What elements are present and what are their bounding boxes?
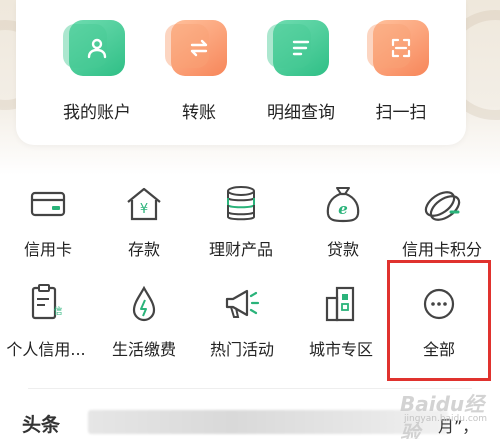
money-bag-icon: e — [321, 182, 365, 226]
list-icon — [267, 20, 329, 76]
coin-stack-icon — [219, 182, 263, 226]
highlight-box — [387, 260, 491, 381]
quick-action-label: 转账 — [182, 103, 216, 123]
quick-action-label: 明细查询 — [267, 103, 335, 123]
svg-text:信: 信 — [53, 305, 62, 317]
quick-actions-card: 我的账户 转账 明细查询 扫一扫 — [16, 0, 466, 145]
scan-icon — [367, 20, 429, 76]
news-headline-blurred[interactable] — [88, 410, 448, 434]
service-loan[interactable]: e 贷款 — [295, 182, 391, 260]
service-city-zone[interactable]: 城市专区 — [293, 282, 389, 360]
megaphone-icon — [220, 282, 264, 326]
service-label: 热门活动 — [209, 340, 274, 359]
quick-action-statement[interactable]: 明细查询 — [256, 20, 346, 123]
service-wealth-products[interactable]: 理财产品 — [193, 182, 289, 260]
quick-action-my-account[interactable]: 我的账户 — [52, 20, 142, 123]
service-label: 生活缴费 — [111, 340, 176, 359]
service-hot-events[interactable]: 热门活动 — [194, 282, 290, 360]
service-label: 存款 — [127, 240, 160, 259]
quick-action-scan[interactable]: 扫一扫 — [356, 20, 446, 123]
transfer-icon — [165, 20, 227, 76]
service-personal-credit[interactable]: 信 个人信用... — [0, 282, 94, 360]
water-drop-icon — [122, 282, 166, 326]
news-headline-label: 头条 — [22, 414, 61, 436]
service-credit-card[interactable]: 信用卡 — [0, 182, 96, 260]
svg-text:¥: ¥ — [140, 202, 148, 217]
credit-report-icon: 信 — [24, 282, 68, 326]
service-label: 信用卡积分 — [401, 240, 482, 259]
service-label: 贷款 — [326, 240, 359, 259]
service-living-payment[interactable]: 生活缴费 — [96, 282, 192, 360]
user-icon — [63, 20, 125, 76]
quick-action-label: 我的账户 — [63, 103, 131, 123]
quick-action-transfer[interactable]: 转账 — [154, 20, 244, 123]
points-coin-icon — [420, 182, 464, 226]
service-label: 理财产品 — [208, 240, 273, 259]
city-building-icon — [319, 282, 363, 326]
quick-action-label: 扫一扫 — [375, 103, 427, 123]
credit-card-icon — [26, 182, 70, 226]
service-deposit[interactable]: ¥ 存款 — [96, 182, 192, 260]
watermark-url: jingyan.baidu.com — [404, 414, 488, 424]
service-label: 信用卡 — [23, 240, 72, 259]
service-card-points[interactable]: 信用卡积分 — [394, 182, 490, 260]
svg-text:e: e — [338, 200, 348, 218]
service-label: 个人信用... — [6, 340, 86, 359]
deposit-house-icon: ¥ — [122, 182, 166, 226]
service-label: 城市专区 — [308, 340, 373, 359]
